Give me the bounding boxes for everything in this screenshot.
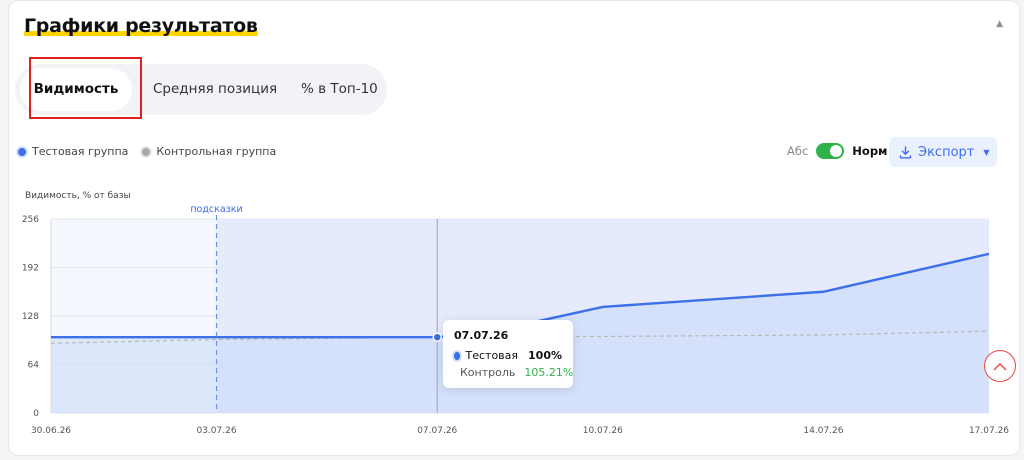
legend-dot-test [18, 147, 26, 156]
tooltip-name-control: Контроль [460, 366, 516, 379]
tooltip-dot-test [454, 351, 460, 360]
export-caret-icon: ▼ [983, 147, 990, 157]
active-tab-highlight [29, 57, 142, 119]
legend-label-test: Тестовая группа [32, 145, 129, 158]
abs-norm-switch: Абс Норм [787, 143, 887, 159]
tooltip-value-control: 105.21% [524, 366, 574, 379]
section-title-wrap: Графики результатов [24, 15, 258, 37]
switch-label-norm: Норм [852, 144, 888, 158]
scroll-to-top-button[interactable] [984, 350, 1016, 382]
tooltip-name-test: Тестовая [465, 349, 519, 362]
toggle-knob [830, 145, 843, 157]
legend: Тестовая группа Контрольная группа [18, 145, 276, 158]
tab-top10[interactable]: % в Топ-10 [301, 64, 378, 115]
legend-item-control[interactable]: Контрольная группа [142, 145, 276, 158]
chart-tooltip: 07.07.26 Тестовая 100% Контроль 105.21% [443, 320, 573, 388]
tooltip-row-control: Контроль 105.21% [454, 366, 573, 379]
collapse-arrow-icon[interactable]: ▲ [996, 19, 1003, 29]
legend-dot-control [142, 147, 151, 156]
switch-label-abs: Абс [787, 144, 809, 158]
download-icon [899, 145, 912, 158]
abs-norm-toggle[interactable] [816, 143, 845, 159]
legend-item-test[interactable]: Тестовая группа [18, 145, 128, 158]
tooltip-date: 07.07.26 [454, 329, 509, 342]
tab-average-position[interactable]: Средняя позиция [153, 64, 277, 115]
tooltip-row-test: Тестовая 100% [454, 349, 562, 362]
section-title: Графики результатов [24, 15, 258, 37]
export-label: Экспорт [918, 144, 975, 160]
chevron-up-icon [993, 362, 1007, 370]
tooltip-value-test: 100% [528, 349, 562, 362]
export-button[interactable]: Экспорт ▼ [889, 137, 997, 167]
legend-label-control: Контрольная группа [156, 145, 277, 158]
